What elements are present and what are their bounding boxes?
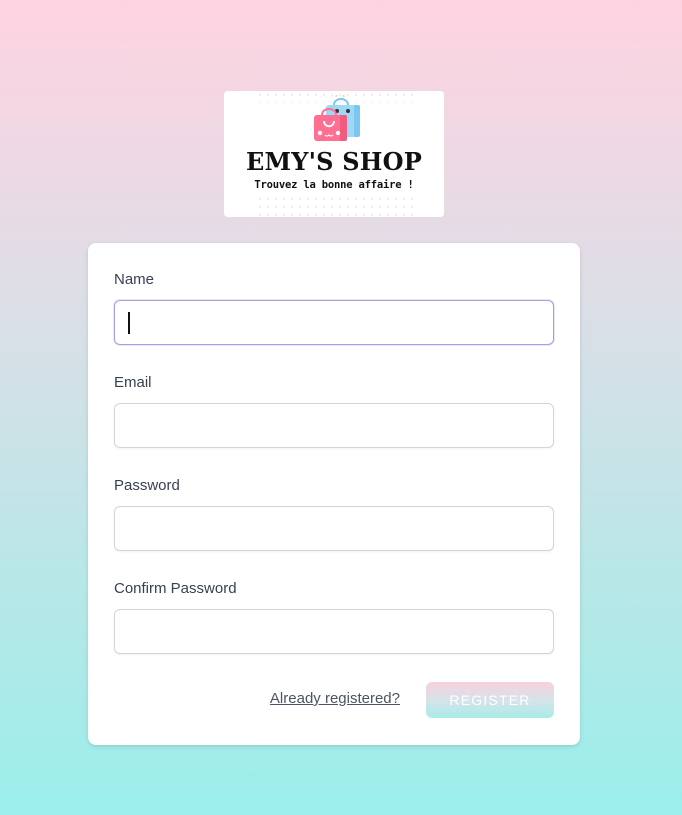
confirm-password-input[interactable]	[114, 609, 554, 654]
email-label: Email	[114, 374, 152, 391]
password-field-group: Password	[114, 476, 554, 551]
email-input[interactable]	[114, 403, 554, 448]
confirm-password-label: Confirm Password	[114, 580, 237, 597]
register-form: Name Email Password Confirm Password Alr…	[88, 243, 580, 745]
name-label: Name	[114, 271, 155, 288]
confirm-password-field-group: Confirm Password	[114, 579, 554, 654]
shop-tagline: Trouvez la bonne affaire !	[254, 179, 414, 191]
name-input[interactable]	[114, 300, 554, 345]
shop-logo: EMY'S SHOP Trouvez la bonne affaire !	[224, 91, 444, 217]
already-registered-link[interactable]: Already registered?	[270, 690, 400, 707]
shopping-bags-icon	[314, 95, 360, 141]
form-actions: Already registered? REGISTER	[88, 682, 580, 718]
email-field-group: Email	[114, 373, 554, 448]
password-label: Password	[114, 477, 180, 494]
name-field-group: Name	[114, 270, 554, 345]
register-button[interactable]: REGISTER	[426, 682, 554, 718]
password-input[interactable]	[114, 506, 554, 551]
text-caret	[128, 312, 130, 334]
shop-name: EMY'S SHOP	[246, 147, 422, 176]
